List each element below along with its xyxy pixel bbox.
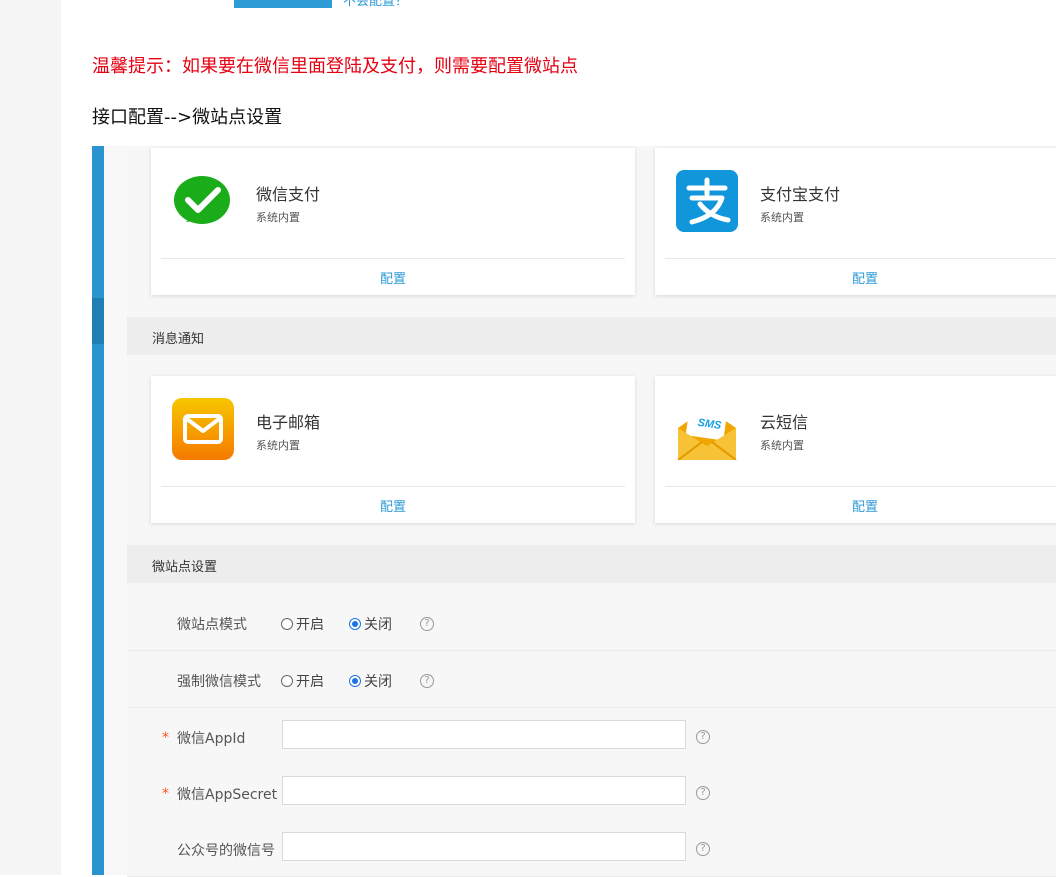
card-title: 支付宝支付 <box>760 185 841 204</box>
email-icon <box>172 398 234 460</box>
radio-label: 关闭 <box>364 674 392 690</box>
help-icon[interactable]: ? <box>420 674 434 688</box>
force-wechat-off-radio[interactable]: 关闭 <box>349 671 392 691</box>
wechat-no-input[interactable] <box>282 832 686 861</box>
email-card: 电子邮箱 系统内置 配置 <box>151 376 635 523</box>
card-subtitle: 系统内置 <box>256 211 300 224</box>
form-row-force-wechat: 强制微信模式 开启 关闭 ? <box>127 651 1056 708</box>
left-gutter <box>0 0 61 875</box>
appsecret-input[interactable] <box>282 776 686 805</box>
site-mode-label: 微站点模式 <box>177 617 247 633</box>
sms-card: SMS 云短信 系统内置 配置 <box>655 376 1056 523</box>
sms-config-link[interactable]: 配置 <box>655 496 1056 515</box>
section-title: 消息通知 <box>152 332 205 347</box>
wechat-no-label: 公众号的微信号 <box>177 843 275 859</box>
site-mode-off-radio[interactable]: 关闭 <box>349 614 392 634</box>
help-icon[interactable]: ? <box>420 617 434 631</box>
card-divider <box>665 486 1056 487</box>
warm-tip: 温馨提示：如果要在微信里面登陆及支付，则需要配置微站点 <box>92 56 578 77</box>
sms-icon: SMS <box>676 398 738 461</box>
wechat-pay-icon <box>172 170 234 232</box>
radio-dot-selected[interactable] <box>349 618 361 630</box>
appsecret-label: 微信AppSecret <box>177 787 278 803</box>
card-title: 微信支付 <box>256 185 321 204</box>
form-row-appsecret: * 微信AppSecret ? <box>127 764 1056 821</box>
radio-dot[interactable] <box>281 618 293 630</box>
config-path: 接口配置-->微站点设置 <box>92 107 283 128</box>
alipay-icon <box>676 170 738 232</box>
card-subtitle: 系统内置 <box>760 439 804 452</box>
card-divider <box>665 258 1056 259</box>
radio-dot[interactable] <box>281 675 293 687</box>
form-row-wechat-no: 公众号的微信号 ? <box>127 820 1056 877</box>
form-row-site-mode: 微站点模式 开启 关闭 ? <box>127 594 1056 651</box>
force-wechat-label: 强制微信模式 <box>177 674 261 690</box>
section-header-notify: 消息通知 <box>127 317 1056 355</box>
section-title: 微站点设置 <box>152 560 218 575</box>
form-row-appid: * 微信AppId ? <box>127 708 1056 765</box>
force-wechat-on-radio[interactable]: 开启 <box>281 671 324 691</box>
card-divider <box>161 258 625 259</box>
alipay-card: 支付宝支付 系统内置 配置 <box>655 148 1056 295</box>
wechat-pay-config-link[interactable]: 配置 <box>151 268 635 287</box>
section-header-site: 微站点设置 <box>127 545 1056 583</box>
email-config-link[interactable]: 配置 <box>151 496 635 515</box>
help-icon[interactable]: ? <box>696 786 710 800</box>
frame-sidebar-marker <box>92 298 104 344</box>
card-subtitle: 系统内置 <box>256 439 300 452</box>
required-marker: * <box>162 730 169 746</box>
card-title: 电子邮箱 <box>256 413 321 432</box>
help-link[interactable]: 不会配置？ <box>343 0 408 9</box>
help-icon[interactable]: ? <box>696 842 710 856</box>
card-divider <box>161 486 625 487</box>
frame-sidebar-bar <box>92 146 104 875</box>
radio-label: 关闭 <box>364 617 392 633</box>
card-subtitle: 系统内置 <box>760 211 804 224</box>
card-title: 云短信 <box>760 413 809 432</box>
top-submit-button[interactable] <box>234 0 332 8</box>
appid-input[interactable] <box>282 720 686 749</box>
alipay-config-link[interactable]: 配置 <box>655 268 1056 287</box>
radio-label: 开启 <box>296 674 324 690</box>
frame-gap <box>104 146 127 875</box>
appid-label: 微信AppId <box>177 731 246 747</box>
wechat-pay-card: 微信支付 系统内置 配置 <box>151 148 635 295</box>
help-icon[interactable]: ? <box>696 730 710 744</box>
site-mode-on-radio[interactable]: 开启 <box>281 614 324 634</box>
radio-label: 开启 <box>296 617 324 633</box>
radio-dot-selected[interactable] <box>349 675 361 687</box>
required-marker: * <box>162 786 169 802</box>
